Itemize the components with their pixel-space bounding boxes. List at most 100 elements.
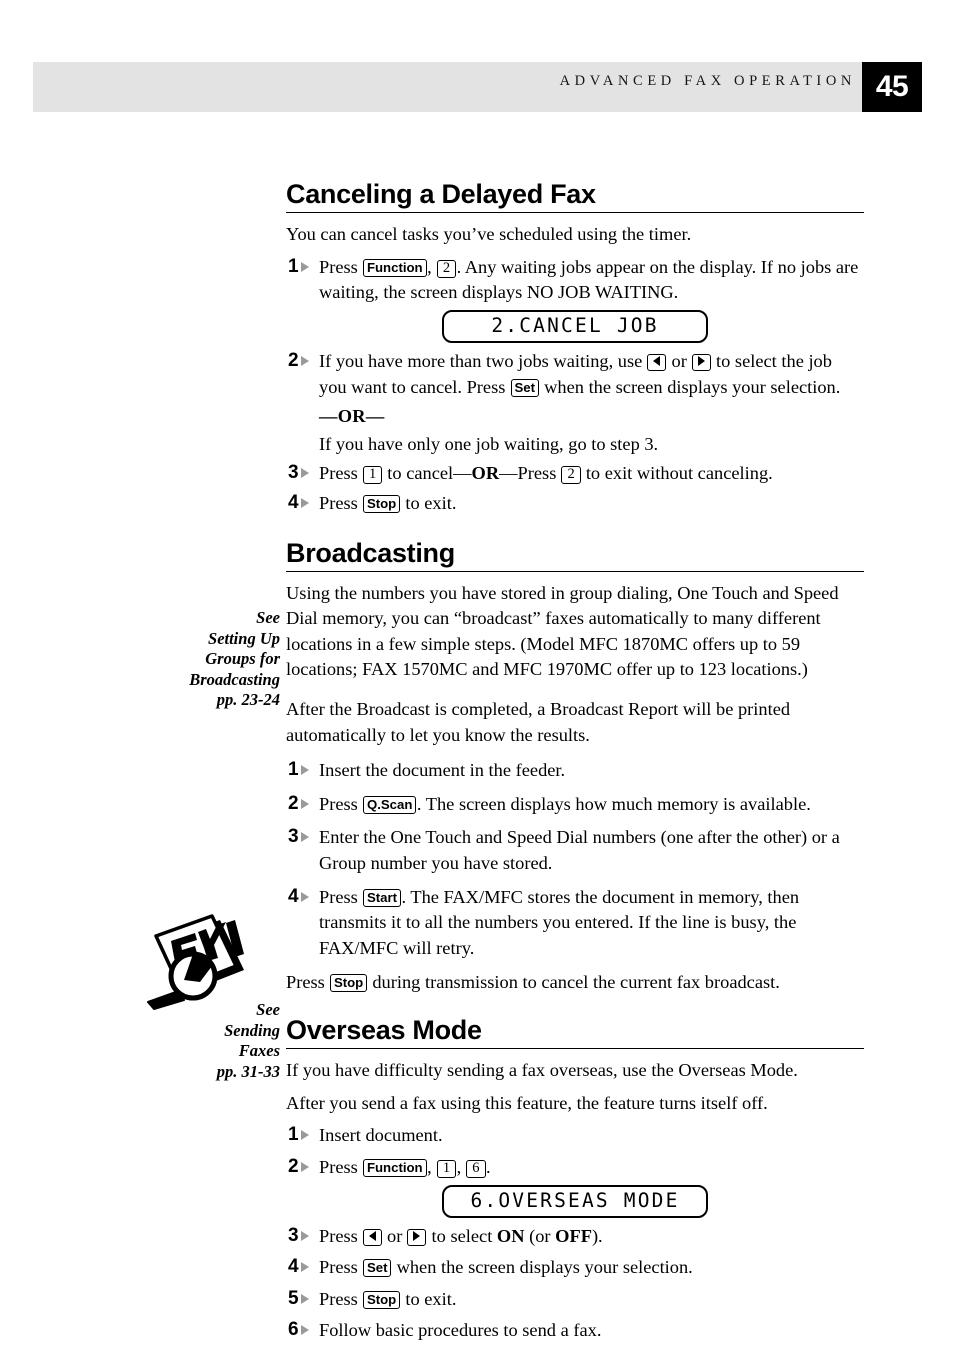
step-text: Press Function, 1, 6. [319,1155,864,1181]
closing-text-part: Press [286,972,330,993]
step-arrow-icon [301,1230,309,1241]
step-text: Follow basic procedures to send a fax. [319,1320,602,1341]
step-number: 4 [288,491,299,513]
step-item: 2 If you have more than two jobs waiting… [286,349,864,400]
section-heading-broadcasting: Broadcasting [286,537,455,568]
key-digit-2[interactable]: 2 [561,466,581,485]
key-digit-6[interactable]: 6 [466,1159,486,1178]
key-right-arrow[interactable] [407,1228,427,1246]
step-number: 4 [288,1256,299,1278]
margin-note-line: Groups for [205,649,280,668]
step-text: Press Stop to exit. [319,1287,864,1313]
key-function[interactable]: Function [362,1158,427,1177]
closing-text-part: during transmission to cancel the curren… [367,972,780,993]
key-left-arrow[interactable] [647,353,667,371]
step-marker: 5 [286,1287,315,1310]
margin-note-line: Setting Up [208,628,280,648]
step-text-part: (or [524,1225,556,1246]
step-arrow-icon [301,497,309,508]
step-text-part: to cancel— [382,463,472,484]
step-number: 1 [288,1124,299,1146]
heading-rule [286,1048,864,1050]
step-text: Insert the document in the feeder. [319,760,566,781]
or-divider-text: —OR— [319,406,385,427]
step-text: Insert document. [319,1125,443,1146]
step-number: 3 [288,462,299,484]
margin-note-line: pp. 23-24 [216,690,280,709]
page-number-value: 45 [875,70,909,103]
step-item: 3 Press 1 to cancel—OR—Press 2 to exit w… [286,461,864,487]
key-set[interactable]: Set [510,378,540,397]
step-number: 3 [288,1224,299,1246]
step-text-part: ). [591,1225,603,1246]
step-arrow-icon [301,355,309,366]
step-marker: 1 [286,255,315,278]
step-text: Enter the One Touch and Speed Dial numbe… [319,827,840,873]
overseas-paragraph: If you have difficulty sending a fax ove… [286,1060,798,1081]
step-text-part: Press [319,1225,363,1246]
or-emphasis: OR [471,463,500,484]
key-digit-2[interactable]: 2 [436,259,457,278]
step-item: 2 Press Q.Scan. The screen displays how … [286,792,864,818]
step-marker: 4 [286,1255,315,1278]
key-start[interactable]: Start [362,888,401,907]
page-content: Canceling a Delayed Fax You can cancel t… [286,179,864,1348]
step-text: Press or to select ON (or OFF). [319,1224,864,1250]
step-number: 5 [288,1287,299,1309]
step-arrow-icon [301,832,309,843]
key-stop[interactable]: Stop [362,1290,401,1309]
key-stop[interactable]: Stop [362,494,401,513]
step-text-part: Press [319,256,363,277]
key-qscan[interactable]: Q.Scan [362,795,417,814]
step-text-part: —Press [499,463,561,484]
step-text-part: to exit without canceling. [581,463,773,484]
step-text-part: to select [426,1225,497,1246]
step-text-part: or [666,350,692,371]
step-text-part: Press [319,492,363,513]
step-arrow-icon [301,1130,309,1141]
step-marker: 4 [286,885,315,908]
step-text: Press Q.Scan. The screen displays how mu… [319,792,864,818]
step-marker: 2 [286,1155,315,1178]
step-marker: 2 [286,792,315,815]
lcd-display-cancel-job: 2.CANCEL JOB [442,309,708,343]
key-set[interactable]: Set [362,1259,392,1278]
running-header-title: ADVANCED FAX OPERATION [559,73,856,89]
step-number: 6 [288,1319,299,1341]
step-text-part: If you have more than two jobs waiting, … [319,350,647,371]
key-right-arrow[interactable] [691,353,711,371]
step-arrow-icon [301,261,309,272]
key-digit-1[interactable]: 1 [436,1159,457,1178]
step-marker: 3 [286,1224,315,1247]
intro-paragraph: You can cancel tasks you’ve scheduled us… [286,224,692,245]
step-marker: 2 [286,349,315,372]
or-divider: —OR— [286,404,864,430]
right-arrow-icon [697,355,705,366]
step-marker: 1 [286,758,315,781]
step-item: 5 Press Stop to exit. [286,1287,864,1313]
key-left-arrow[interactable] [362,1228,382,1246]
step-text: If you have more than two jobs waiting, … [319,349,864,400]
step-text-part: to exit. [400,1288,457,1309]
key-digit-1[interactable]: 1 [362,466,383,485]
section-heading-overseas: Overseas Mode [286,1014,482,1045]
heading-rule [286,212,864,214]
step-arrow-icon [301,1262,309,1273]
step-number: 2 [288,1155,299,1177]
step-text-part: . The screen displays how much memory is… [416,793,811,814]
broadcasting-paragraph: Using the numbers you have stored in gro… [286,582,839,680]
step-marker: 6 [286,1318,315,1341]
step-text-part: or [382,1225,407,1246]
key-stop[interactable]: Stop [329,974,368,993]
left-arrow-icon [368,1230,376,1241]
step-marker: 3 [286,825,315,848]
step-arrow-icon [301,1161,309,1172]
overseas-paragraph: After you send a fax using this feature,… [286,1092,768,1113]
margin-note-broadcasting: See Setting Up Groups for Broadcasting p… [120,608,280,711]
step-item: 4 Press Stop to exit. [286,491,864,517]
step-number: 3 [288,826,299,848]
right-arrow-icon [413,1230,421,1241]
step-marker: 1 [286,1123,315,1146]
step-marker: 3 [286,461,315,484]
key-function[interactable]: Function [362,258,427,277]
